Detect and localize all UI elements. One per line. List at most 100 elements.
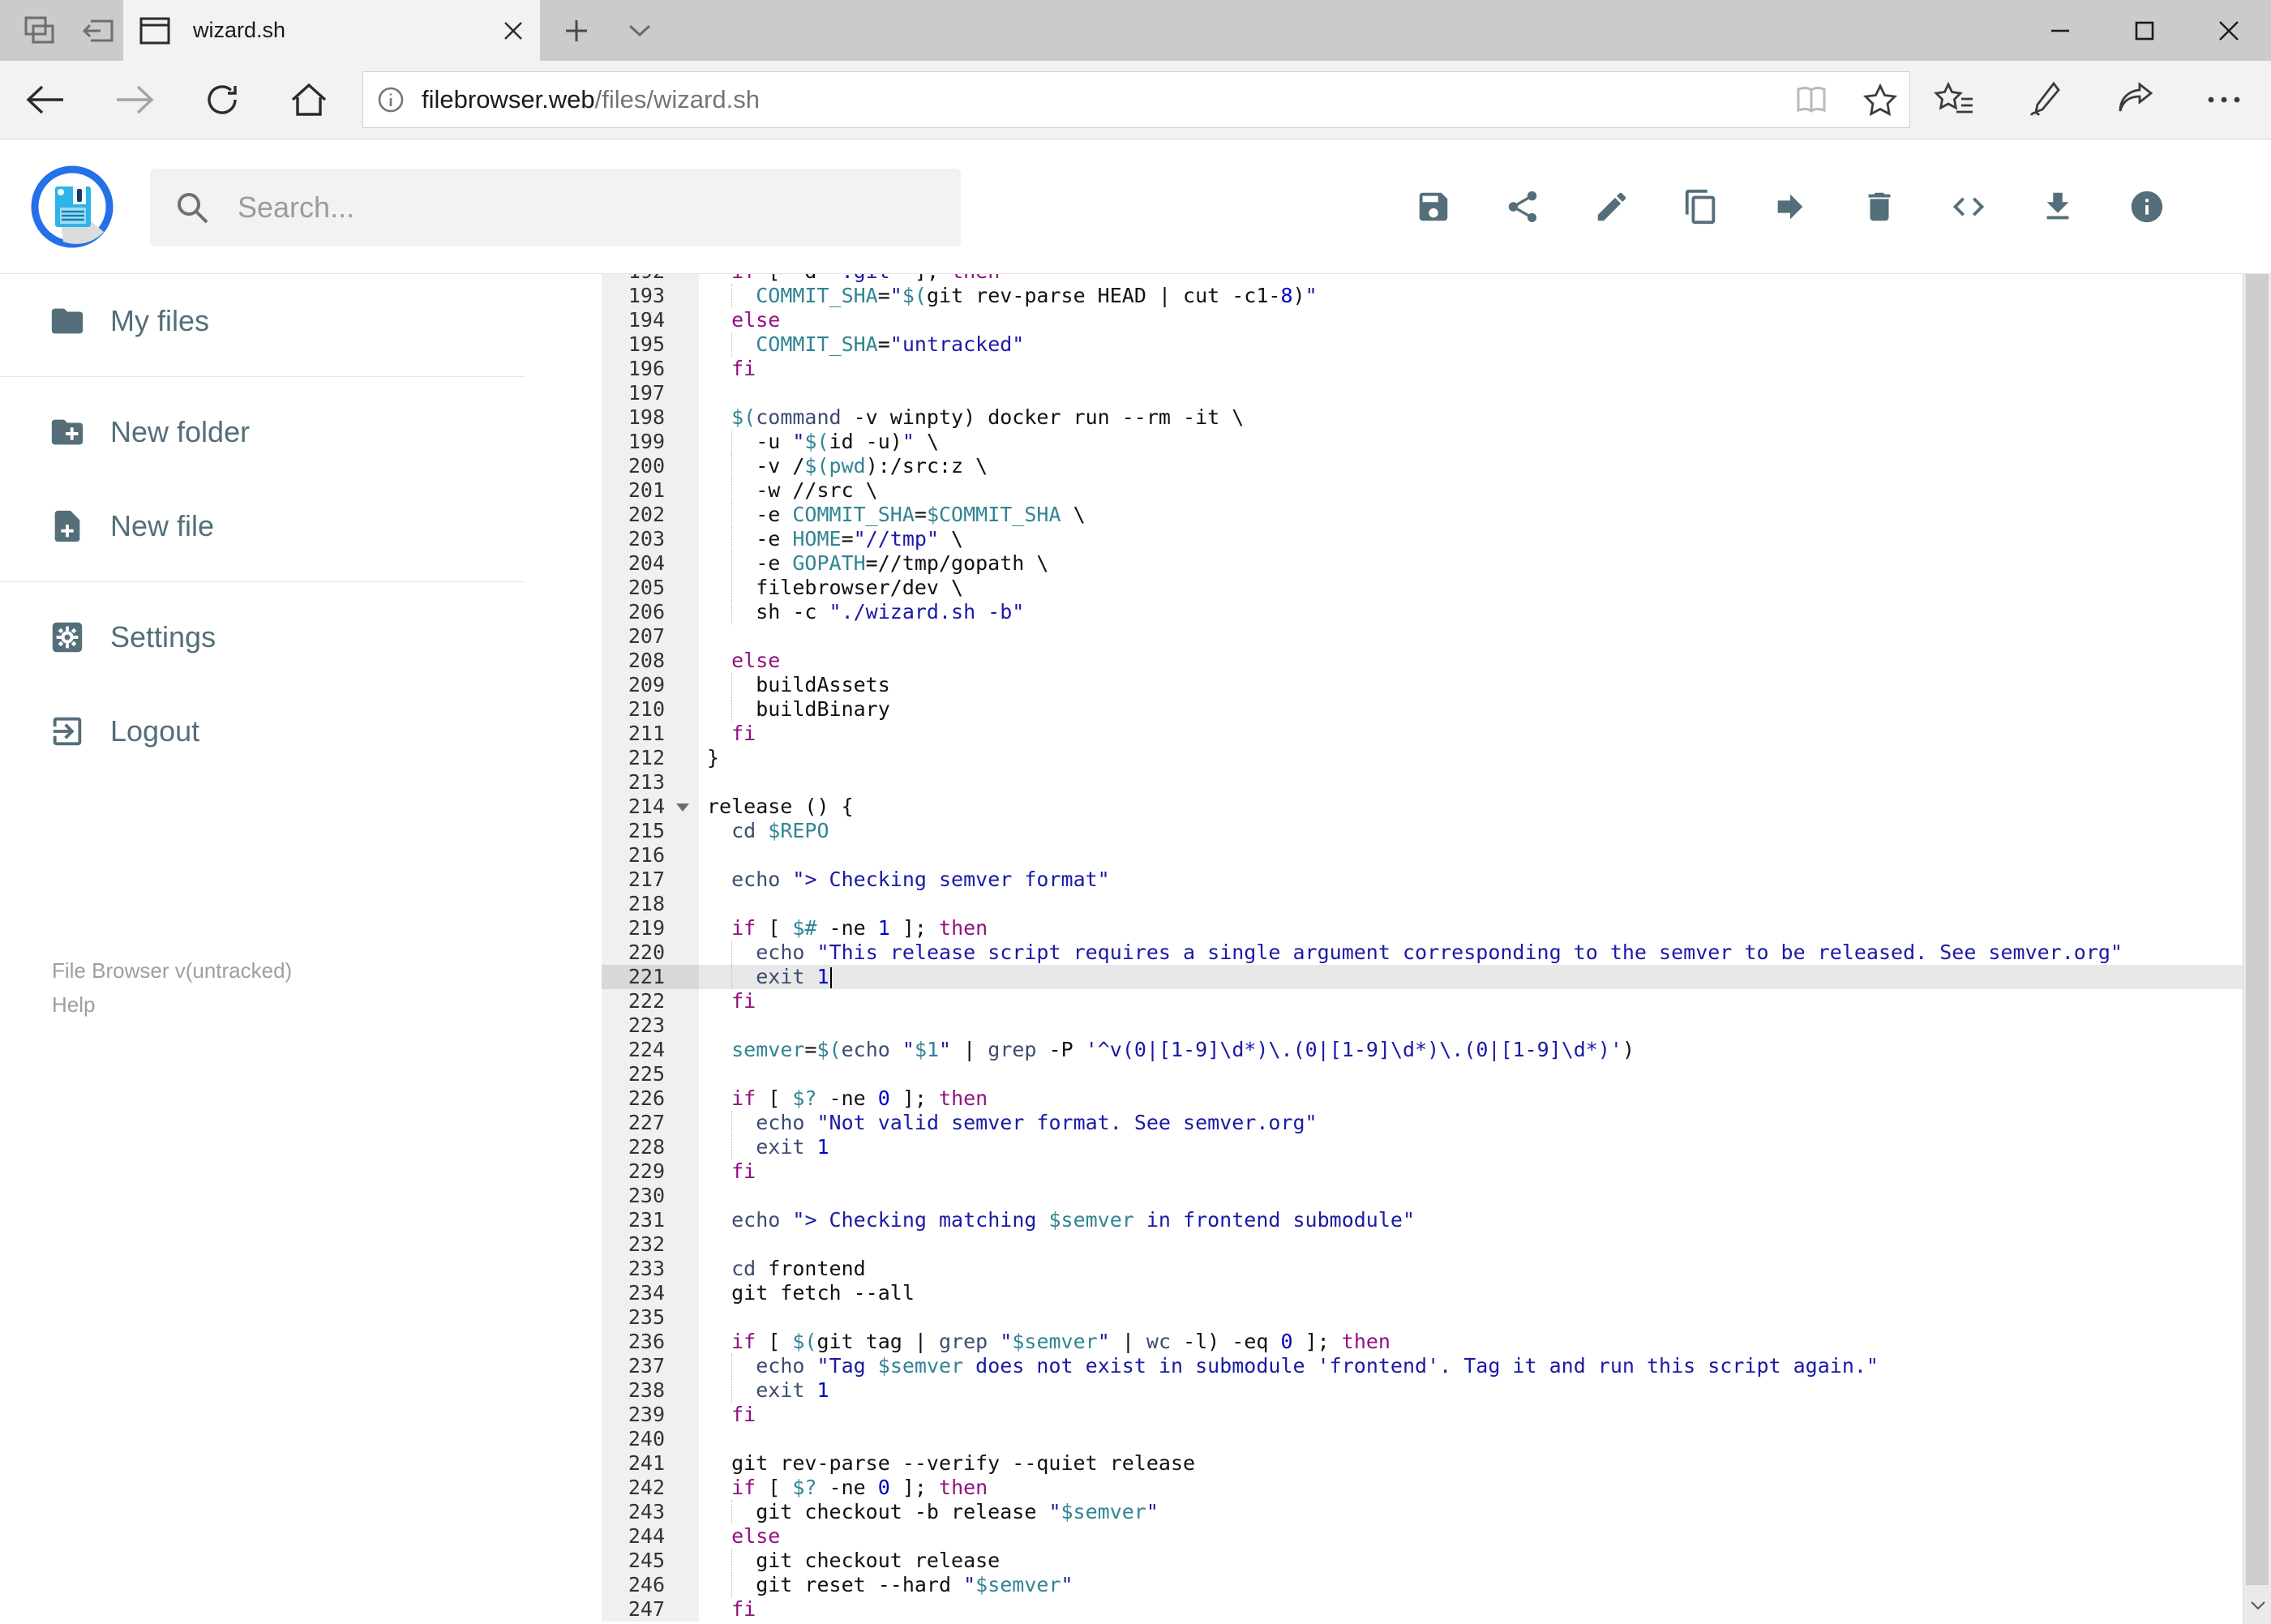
code-line[interactable] <box>699 381 2243 405</box>
code-line[interactable] <box>699 770 2243 795</box>
copy-button[interactable] <box>1682 188 1720 225</box>
gutter-line-number[interactable]: 199 <box>602 430 699 454</box>
gutter-line-number[interactable]: 213 <box>602 770 699 795</box>
code-editor[interactable]: 1921931941951961971981992002012022032042… <box>602 274 2243 1624</box>
code-line[interactable] <box>699 624 2243 649</box>
gutter-line-number[interactable]: 200 <box>602 454 699 478</box>
code-line[interactable]: if [ $(git tag | grep "$semver" | wc -l)… <box>699 1330 2243 1354</box>
new-tab-icon[interactable] <box>563 17 590 45</box>
code-line[interactable]: buildAssets <box>699 673 2243 697</box>
scroll-down-icon[interactable] <box>2243 1587 2271 1624</box>
code-line[interactable] <box>699 1184 2243 1208</box>
code-line[interactable]: git rev-parse --verify --quiet release <box>699 1451 2243 1476</box>
set-tabs-aside-icon[interactable] <box>79 11 118 50</box>
gutter-line-number[interactable]: 197 <box>602 381 699 405</box>
code-line[interactable]: echo "Tag $semver does not exist in subm… <box>699 1354 2243 1378</box>
code-line[interactable]: COMMIT_SHA="$(git rev-parse HEAD | cut -… <box>699 284 2243 308</box>
gutter-line-number[interactable]: 240 <box>602 1427 699 1451</box>
rename-button[interactable] <box>1593 188 1630 225</box>
code-line[interactable]: git checkout -b release "$semver" <box>699 1500 2243 1524</box>
code-line[interactable]: if [ $? -ne 0 ]; then <box>699 1476 2243 1500</box>
code-line[interactable]: sh -c "./wizard.sh -b" <box>699 600 2243 624</box>
gutter-line-number[interactable]: 236 <box>602 1330 699 1354</box>
gutter-line-number[interactable]: 207 <box>602 624 699 649</box>
code-line[interactable]: git fetch --all <box>699 1281 2243 1305</box>
gutter-line-number[interactable]: 225 <box>602 1062 699 1086</box>
reading-view-icon[interactable] <box>1793 84 1830 116</box>
code-line[interactable]: cd $REPO <box>699 819 2243 843</box>
window-close-button[interactable] <box>2187 0 2271 61</box>
code-line[interactable] <box>699 1427 2243 1451</box>
code-line[interactable]: if [ $? -ne 0 ]; then <box>699 1086 2243 1111</box>
gutter-line-number[interactable]: 244 <box>602 1524 699 1549</box>
gutter-line-number[interactable]: 204 <box>602 551 699 576</box>
gutter-line-number[interactable]: 227 <box>602 1111 699 1135</box>
share-button[interactable] <box>1504 188 1541 225</box>
code-line[interactable]: echo "> Checking matching $semver in fro… <box>699 1208 2243 1232</box>
code-line[interactable]: -u "$(id -u)" \ <box>699 430 2243 454</box>
sidebar-item-settings[interactable]: Settings <box>0 590 602 684</box>
code-line[interactable]: exit 1 <box>699 1378 2243 1403</box>
gutter-line-number[interactable]: 226 <box>602 1086 699 1111</box>
save-button[interactable] <box>1415 188 1452 225</box>
gutter-line-number[interactable]: 239 <box>602 1403 699 1427</box>
gutter-line-number[interactable]: 238 <box>602 1378 699 1403</box>
tab-list-chevron-icon[interactable] <box>626 22 653 40</box>
code-line[interactable]: release () { <box>699 795 2243 819</box>
code-line[interactable]: -v /$(pwd):/src:z \ <box>699 454 2243 478</box>
code-line[interactable]: fi <box>699 722 2243 746</box>
window-maximize-button[interactable] <box>2102 0 2187 61</box>
gutter-line-number[interactable]: 215 <box>602 819 699 843</box>
help-link[interactable]: Help <box>52 988 292 1022</box>
gutter-line-number[interactable]: 198 <box>602 405 699 430</box>
url-text[interactable]: filebrowser.web/files/wizard.sh <box>422 85 1793 114</box>
code-line[interactable]: fi <box>699 1403 2243 1427</box>
code-line[interactable]: -w //src \ <box>699 478 2243 503</box>
gutter-line-number[interactable]: 216 <box>602 843 699 868</box>
gutter-line-number[interactable]: 222 <box>602 989 699 1013</box>
address-bar[interactable]: filebrowser.web/files/wizard.sh <box>362 71 1910 128</box>
code-line[interactable]: $(command -v winpty) docker run --rm -it… <box>699 405 2243 430</box>
gutter-line-number[interactable]: 217 <box>602 868 699 892</box>
gutter-line-number[interactable]: 211 <box>602 722 699 746</box>
code-line[interactable] <box>699 1062 2243 1086</box>
sidebar-item-logout[interactable]: Logout <box>0 684 602 778</box>
code-line[interactable]: git reset --hard "$semver" <box>699 1573 2243 1597</box>
gutter-line-number[interactable]: 210 <box>602 697 699 722</box>
code-line[interactable]: echo "This release script requires a sin… <box>699 941 2243 965</box>
gutter-line-number[interactable]: 221 <box>602 965 699 989</box>
gutter-line-number[interactable]: 205 <box>602 576 699 600</box>
info-button[interactable] <box>2128 188 2166 225</box>
code-line[interactable]: fi <box>699 1597 2243 1622</box>
code-button[interactable] <box>1950 188 1987 225</box>
code-line[interactable]: else <box>699 649 2243 673</box>
share-icon[interactable] <box>2115 81 2156 118</box>
code-line[interactable]: cd frontend <box>699 1257 2243 1281</box>
tab-preview-icon[interactable] <box>19 11 58 50</box>
code-line[interactable]: echo "> Checking semver format" <box>699 868 2243 892</box>
gutter-line-number[interactable]: 202 <box>602 503 699 527</box>
gutter-line-number[interactable]: 243 <box>602 1500 699 1524</box>
code-line[interactable]: echo "Not valid semver format. See semve… <box>699 1111 2243 1135</box>
code-line[interactable]: } <box>699 746 2243 770</box>
gutter-line-number[interactable]: 230 <box>602 1184 699 1208</box>
code-line[interactable] <box>699 843 2243 868</box>
sidebar-item-new-folder[interactable]: New folder <box>0 385 602 479</box>
site-info-icon[interactable] <box>375 84 407 116</box>
code-line[interactable]: if [ -d ".git" ]; then <box>699 274 2243 284</box>
code-line[interactable] <box>699 1013 2243 1038</box>
download-button[interactable] <box>2039 188 2076 225</box>
page-scrollbar[interactable] <box>2243 139 2271 1624</box>
gutter-line-number[interactable]: 193 <box>602 284 699 308</box>
gutter-line-number[interactable]: 218 <box>602 892 699 916</box>
gutter-line-number[interactable]: 196 <box>602 357 699 381</box>
gutter-line-number[interactable]: 201 <box>602 478 699 503</box>
forward-icon[interactable] <box>114 82 156 118</box>
gutter-line-number[interactable]: 212 <box>602 746 699 770</box>
code-line[interactable] <box>699 1305 2243 1330</box>
gutter-line-number[interactable]: 194 <box>602 308 699 332</box>
favorite-star-icon[interactable] <box>1862 83 1898 117</box>
code-line[interactable] <box>699 892 2243 916</box>
code-line[interactable]: fi <box>699 357 2243 381</box>
sidebar-item-my-files[interactable]: My files <box>0 274 602 368</box>
